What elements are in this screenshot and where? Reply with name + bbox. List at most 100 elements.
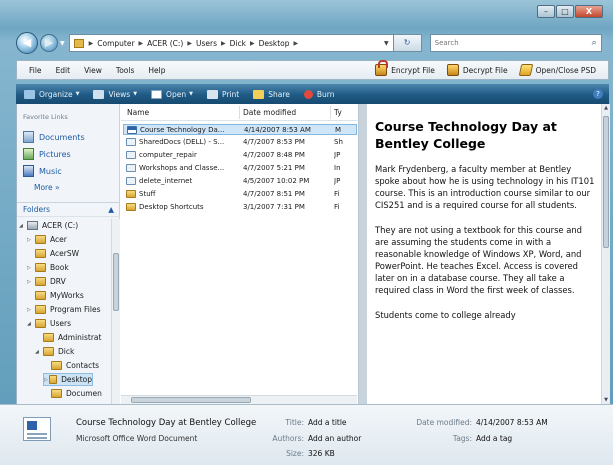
column-name[interactable]: Name xyxy=(127,108,149,117)
breadcrumb-desktop[interactable]: Desktop xyxy=(259,39,290,48)
scroll-down-icon[interactable]: ▼ xyxy=(602,397,610,403)
search-icon[interactable]: ⌕ xyxy=(592,38,597,48)
breadcrumb-users[interactable]: Users xyxy=(196,39,217,48)
forward-button[interactable]: ▶ xyxy=(40,34,58,52)
file-date: 4/7/2007 8:53 PM xyxy=(243,138,305,146)
tree-item[interactable]: ▷ DRV xyxy=(27,275,66,288)
file-row[interactable]: delete_internet 4/5/2007 10:02 PM JP xyxy=(123,176,357,187)
file-list-scrollbar[interactable] xyxy=(121,395,357,404)
scroll-up-icon[interactable]: ▲ xyxy=(602,105,610,111)
expand-arrow-icon[interactable]: ◢ xyxy=(35,349,43,355)
file-row[interactable]: SharedDocs (DELL) - S... 4/7/2007 8:53 P… xyxy=(123,137,357,148)
refresh-button[interactable]: ↻ xyxy=(393,34,422,52)
tree-item[interactable]: Documen xyxy=(43,387,102,400)
menu-edit[interactable]: Edit xyxy=(54,65,73,76)
chevron-right-icon[interactable]: ▶ xyxy=(139,40,144,47)
image-file-icon xyxy=(126,177,136,185)
decrypt-file-button[interactable]: Decrypt File xyxy=(446,64,508,76)
breadcrumb-dick[interactable]: Dick xyxy=(230,39,246,48)
organize-button[interactable]: Organize ▼ xyxy=(24,89,79,99)
folder-icon xyxy=(35,263,46,272)
column-headers: Name Date modified Ty xyxy=(121,104,357,121)
column-divider[interactable] xyxy=(239,106,240,119)
file-type: JP xyxy=(334,177,341,185)
file-name: computer_repair xyxy=(139,151,197,159)
tree-item[interactable]: ▷ Acer xyxy=(27,233,67,246)
file-row[interactable]: Stuff 4/7/2007 8:51 PM Fi xyxy=(123,189,357,200)
maximize-button[interactable]: □ xyxy=(556,5,574,18)
tree-item[interactable]: ◢ ACER (C:) xyxy=(19,219,78,232)
folder-icon xyxy=(35,249,46,258)
details-size-value: 326 KB xyxy=(308,449,335,458)
open-close-psd-button[interactable]: Open/Close PSD xyxy=(518,64,596,76)
help-icon[interactable]: ? xyxy=(593,89,603,99)
back-button[interactable]: ◀ xyxy=(16,32,38,54)
expand-arrow-icon[interactable]: ◢ xyxy=(19,223,27,229)
column-date-modified[interactable]: Date modified xyxy=(243,108,296,117)
address-bar[interactable]: ▶ Computer ▶ ACER (C:) ▶ Users ▶ Dick ▶ … xyxy=(68,34,394,52)
tree-item[interactable]: AcerSW xyxy=(27,247,79,260)
tree-item-label: MyWorks xyxy=(50,291,84,300)
favorite-music[interactable]: Music xyxy=(23,165,62,177)
breadcrumb-computer[interactable]: Computer xyxy=(97,39,134,48)
encrypt-file-button[interactable]: Encrypt File xyxy=(375,60,435,76)
minimize-button[interactable]: – xyxy=(537,5,555,18)
recent-pages-dropdown-icon[interactable]: ▼ xyxy=(60,40,65,47)
print-button[interactable]: Print xyxy=(206,89,239,99)
tree-item[interactable]: ◢ Users xyxy=(27,317,71,330)
column-type[interactable]: Ty xyxy=(334,108,342,117)
breadcrumb-acer-c[interactable]: ACER (C:) xyxy=(147,39,183,48)
preview-scrollbar[interactable]: ▲ ▼ xyxy=(601,104,610,404)
open-button[interactable]: Open ▼ xyxy=(151,89,193,99)
tree-item-selected[interactable]: ▷ Desktop xyxy=(43,373,93,386)
file-row-selected[interactable]: Course Technology Da... 4/14/2007 8:53 A… xyxy=(123,124,357,135)
folder-icon xyxy=(35,277,46,286)
expand-arrow-icon[interactable]: ▷ xyxy=(27,265,35,271)
encrypt-file-label: Encrypt File xyxy=(391,65,435,75)
file-row[interactable]: Workshops and Classe... 4/7/2007 5:21 PM… xyxy=(123,163,357,174)
favorite-documents[interactable]: Documents xyxy=(23,131,85,143)
address-dropdown-icon[interactable]: ▼ xyxy=(384,40,389,47)
share-button[interactable]: Share xyxy=(253,89,290,99)
menu-help[interactable]: Help xyxy=(146,65,167,76)
tree-item[interactable]: ▷ Program Files xyxy=(27,303,101,316)
menu-view[interactable]: View xyxy=(82,65,104,76)
tree-item[interactable]: ▷ Book xyxy=(27,261,69,274)
more-favorites-link[interactable]: More » xyxy=(34,183,60,192)
tree-scrollbar[interactable] xyxy=(111,219,120,404)
tree-item[interactable]: MyWorks xyxy=(27,289,84,302)
burn-button[interactable]: Burn xyxy=(303,89,334,99)
search-box[interactable]: ⌕ xyxy=(429,34,602,52)
expand-arrow-icon[interactable]: ▷ xyxy=(27,279,35,285)
chevron-right-icon[interactable]: ▶ xyxy=(89,40,94,47)
tree-item[interactable]: ◢ Dick xyxy=(35,345,74,358)
close-button[interactable]: X xyxy=(575,5,603,18)
column-divider[interactable] xyxy=(330,106,331,119)
chevron-right-icon[interactable]: ▶ xyxy=(187,40,192,47)
tree-item[interactable]: Contacts xyxy=(43,359,99,372)
tree-item[interactable]: Administrat xyxy=(35,331,101,344)
favorite-pictures[interactable]: Pictures xyxy=(23,148,71,160)
preview-scroll-thumb[interactable] xyxy=(603,116,609,248)
menu-tools[interactable]: Tools xyxy=(114,65,136,76)
folder-icon xyxy=(51,361,62,370)
details-authors-value[interactable]: Add an author xyxy=(308,434,361,443)
explorer-window: – □ X ◀ ▶ ▼ ▶ Computer ▶ ACER (C:) ▶ Use… xyxy=(0,0,613,465)
expand-arrow-icon[interactable]: ◢ xyxy=(27,321,35,327)
views-button[interactable]: Views ▼ xyxy=(93,89,137,99)
search-input[interactable] xyxy=(434,39,592,47)
details-tags-value[interactable]: Add a tag xyxy=(476,434,512,443)
expand-arrow-icon[interactable]: ▷ xyxy=(27,307,35,313)
chevron-right-icon[interactable]: ▶ xyxy=(294,40,299,47)
file-row[interactable]: computer_repair 4/7/2007 8:48 PM JP xyxy=(123,150,357,161)
tree-scroll-thumb[interactable] xyxy=(113,253,119,311)
file-list-scroll-thumb[interactable] xyxy=(131,397,251,403)
chevron-right-icon[interactable]: ▶ xyxy=(250,40,255,47)
chevron-right-icon[interactable]: ▶ xyxy=(221,40,226,47)
details-title-value[interactable]: Add a title xyxy=(308,418,347,427)
folders-header[interactable]: Folders ▲ xyxy=(17,202,120,217)
file-row[interactable]: Desktop Shortcuts 3/1/2007 7:31 PM Fi xyxy=(123,202,357,213)
expand-arrow-icon[interactable]: ▷ xyxy=(27,237,35,243)
details-size-label: Size: xyxy=(286,449,304,458)
menu-file[interactable]: File xyxy=(27,65,44,76)
